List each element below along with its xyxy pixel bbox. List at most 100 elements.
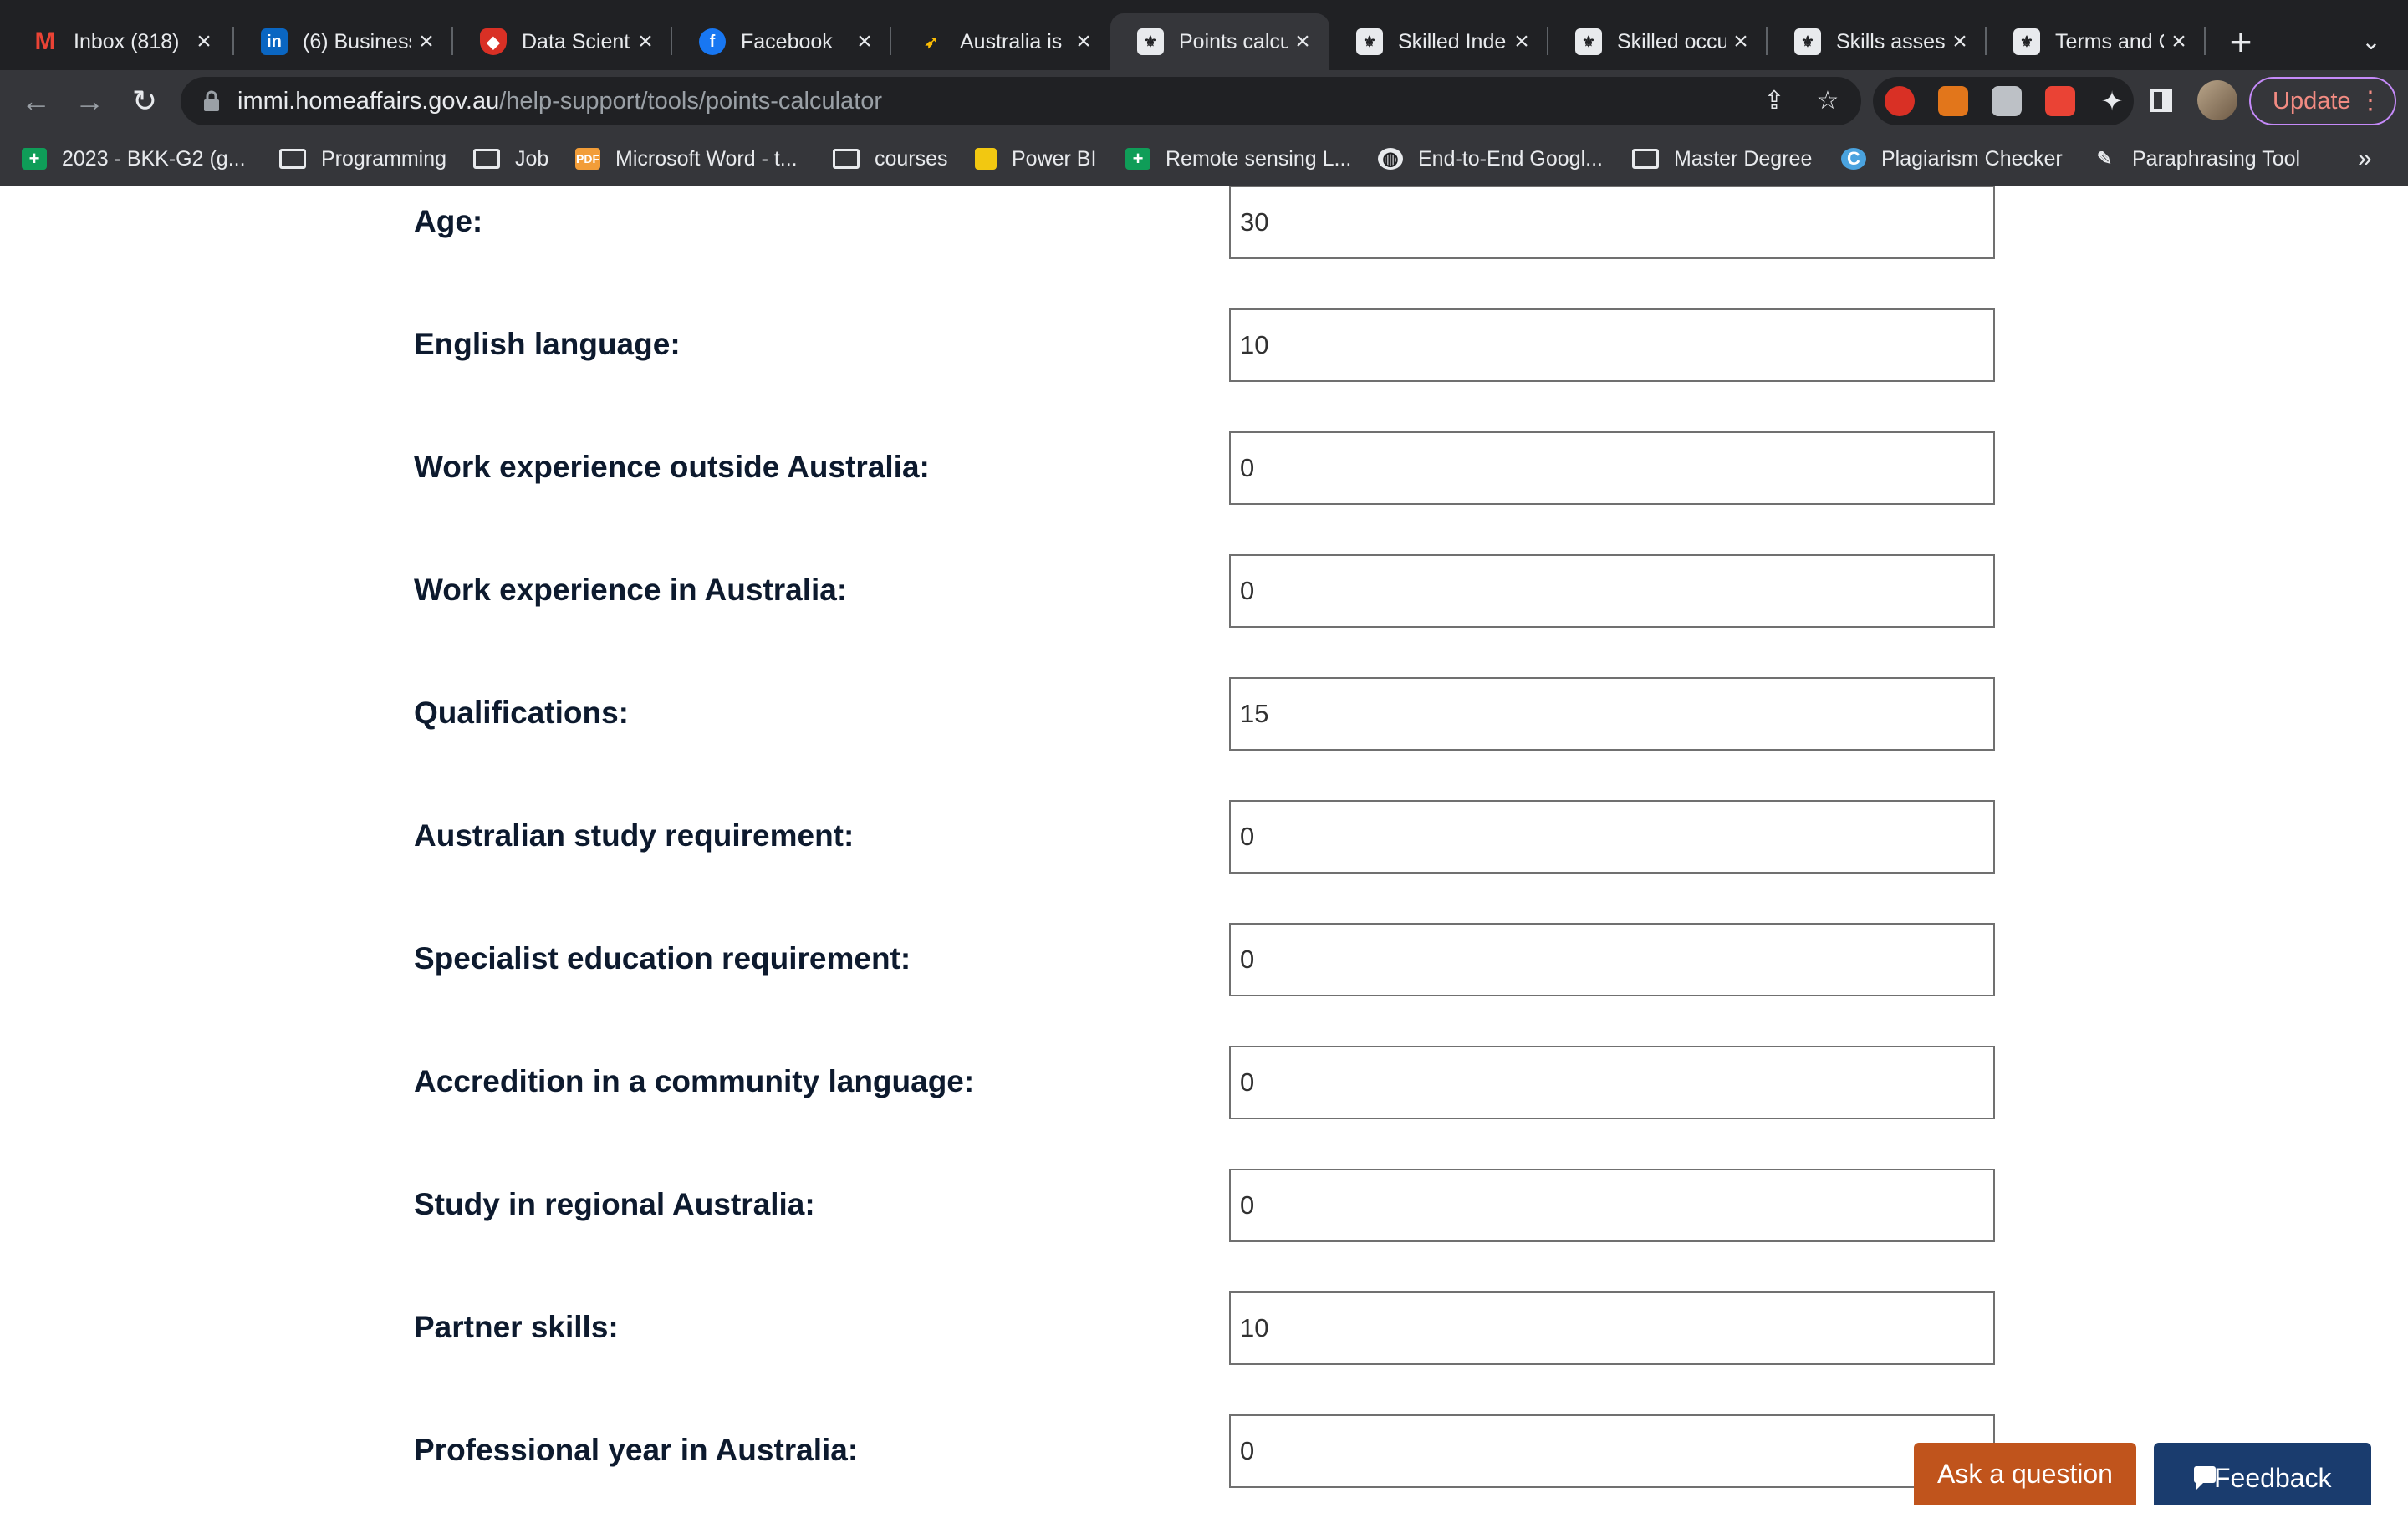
- tab-australia[interactable]: ➶ Australia is ×: [891, 13, 1110, 70]
- close-icon[interactable]: ×: [189, 28, 219, 56]
- specialist-education-field[interactable]: [1229, 923, 1995, 996]
- tab-title: Inbox (818): [74, 29, 180, 53]
- star-icon[interactable]: ☆: [1811, 84, 1844, 118]
- field-label: Qualifications:: [414, 695, 629, 730]
- tab-facebook[interactable]: f Facebook ×: [672, 13, 891, 70]
- bookmark-folder[interactable]: Job: [473, 132, 548, 186]
- tab-title: Skills asses: [1836, 29, 1945, 53]
- tab-title: Terms and C: [2055, 29, 2164, 53]
- address-bar[interactable]: immi.homeaffairs.gov.au/help-support/too…: [181, 77, 1861, 125]
- feedback-label: Feedback: [2214, 1463, 2332, 1493]
- folder-icon: [473, 149, 500, 169]
- close-icon[interactable]: ×: [1288, 28, 1318, 56]
- bookmark-folder[interactable]: Master Degree: [1632, 132, 1812, 186]
- puzzle-icon[interactable]: ✦: [2097, 86, 2127, 116]
- community-language-field[interactable]: [1229, 1046, 1995, 1119]
- reload-button[interactable]: ↻: [125, 82, 164, 120]
- bookmark-label: courses: [875, 146, 948, 171]
- feedback-button[interactable]: Feedback: [2154, 1443, 2371, 1505]
- bookmark-label: Power BI: [1012, 146, 1097, 171]
- bookmark-label: Job: [515, 146, 549, 171]
- bookmarks-overflow-icon[interactable]: »: [2358, 132, 2372, 186]
- folder-icon: [279, 149, 306, 169]
- tab-points-calculator[interactable]: ⚜ Points calcu ×: [1110, 13, 1329, 70]
- form-row-regional-study: Study in regional Australia:: [0, 1169, 2408, 1242]
- update-label: Update: [2273, 88, 2351, 115]
- folder-icon: [833, 149, 860, 169]
- professional-year-field[interactable]: [1229, 1414, 1995, 1488]
- bookmark-item[interactable]: + Remote sensing L...: [1125, 132, 1351, 186]
- ask-question-label: Ask a question: [1937, 1459, 2113, 1489]
- bookmarks-bar: + 2023 - BKK-G2 (g... Programming Job PD…: [0, 132, 2408, 186]
- chevron-down-icon[interactable]: ⌄: [2354, 20, 2388, 64]
- form-row-partner-skills: Partner skills:: [0, 1291, 2408, 1365]
- age-field[interactable]: [1229, 186, 1995, 259]
- bookmark-label: Master Degree: [1674, 146, 1813, 171]
- tab-skilled-independent[interactable]: ⚜ Skilled Inde ×: [1329, 13, 1548, 70]
- tab-skilled-occupation[interactable]: ⚜ Skilled occu ×: [1548, 13, 1768, 70]
- close-icon[interactable]: ×: [1945, 28, 1975, 56]
- close-icon[interactable]: ×: [2164, 28, 2194, 56]
- bookmark-item[interactable]: ◍ End-to-End Googl...: [1378, 132, 1603, 186]
- tab-skills-assessment[interactable]: ⚜ Skills asses ×: [1768, 13, 1987, 70]
- url-text: immi.homeaffairs.gov.au/help-support/too…: [237, 77, 882, 125]
- regional-study-field[interactable]: [1229, 1169, 1995, 1242]
- field-label: Partner skills:: [414, 1310, 619, 1344]
- coat-of-arms-icon: ⚜: [1575, 28, 1602, 55]
- avatar[interactable]: [2197, 80, 2237, 120]
- field-label: Work experience outside Australia:: [414, 450, 930, 484]
- extensions-group: ✦: [1873, 77, 2134, 125]
- field-label: Accredition in a community language:: [414, 1064, 975, 1098]
- forward-button[interactable]: →: [70, 82, 109, 120]
- form-row-qualifications: Qualifications:: [0, 677, 2408, 751]
- partner-skills-field[interactable]: [1229, 1291, 1995, 1365]
- share-icon[interactable]: ⇪: [1758, 84, 1791, 118]
- ask-question-button[interactable]: Ask a question: [1914, 1443, 2136, 1505]
- coat-of-arms-icon: ⚜: [1356, 28, 1383, 55]
- printer-extension-icon[interactable]: [1992, 86, 2022, 116]
- gmail-icon: M: [34, 28, 56, 55]
- close-icon[interactable]: ×: [849, 28, 880, 56]
- back-button[interactable]: ←: [17, 82, 55, 120]
- url-host: immi.homeaffairs.gov.au: [237, 88, 500, 115]
- form-row-work-in: Work experience in Australia:: [0, 554, 2408, 628]
- australian-study-field[interactable]: [1229, 800, 1995, 874]
- tab-data-scient[interactable]: ◆ Data Scient ×: [453, 13, 672, 70]
- close-icon[interactable]: ×: [630, 28, 661, 56]
- update-button[interactable]: Update ⋮: [2249, 77, 2396, 125]
- bookmark-item[interactable]: ✎ Paraphrasing Tool: [2092, 132, 2300, 186]
- browser-toolbar: ← → ↻ immi.homeaffairs.gov.au/help-suppo…: [0, 70, 2408, 132]
- bookmark-item[interactable]: Power BI: [975, 132, 1096, 186]
- bookmark-folder[interactable]: Programming: [279, 132, 446, 186]
- field-label: Work experience in Australia:: [414, 573, 848, 607]
- coat-of-arms-icon: ⚜: [1137, 28, 1164, 55]
- bookmark-item[interactable]: C Plagiarism Checker: [1841, 132, 2063, 186]
- new-tab-button[interactable]: +: [2224, 20, 2258, 64]
- bookmark-folder[interactable]: courses: [833, 132, 948, 186]
- ad-blocker-icon[interactable]: [1885, 86, 1915, 116]
- fox-extension-icon[interactable]: [1938, 86, 1968, 116]
- points-calculator-form: Age: English language: Work experience o…: [0, 186, 2408, 1505]
- english-language-field[interactable]: [1229, 308, 1995, 382]
- shield-icon: ◆: [480, 28, 507, 55]
- bookmark-label: Microsoft Word - t...: [615, 146, 798, 171]
- bookmark-item[interactable]: PDF Microsoft Word - t...: [575, 132, 798, 186]
- bookmark-item[interactable]: + 2023 - BKK-G2 (g...: [22, 132, 246, 186]
- qualifications-field[interactable]: [1229, 677, 1995, 751]
- video-extension-icon[interactable]: [2045, 86, 2075, 116]
- work-experience-outside-field[interactable]: [1229, 431, 1995, 505]
- work-experience-australia-field[interactable]: [1229, 554, 1995, 628]
- tab-terms[interactable]: ⚜ Terms and C ×: [1987, 13, 2206, 70]
- tab-inbox[interactable]: M Inbox (818) ×: [5, 13, 231, 70]
- close-icon[interactable]: ×: [1726, 28, 1756, 56]
- close-icon[interactable]: ×: [411, 28, 441, 56]
- sheets-icon: +: [1125, 148, 1150, 170]
- close-icon[interactable]: ×: [1069, 28, 1099, 56]
- linkedin-icon: in: [261, 28, 288, 55]
- coat-of-arms-icon: ⚜: [2013, 28, 2040, 55]
- form-row-english: English language:: [0, 308, 2408, 382]
- side-panel-icon[interactable]: [2150, 89, 2172, 112]
- close-icon[interactable]: ×: [1507, 28, 1537, 56]
- facebook-icon: f: [699, 28, 726, 55]
- tab-linkedin[interactable]: in (6) Business ×: [234, 13, 453, 70]
